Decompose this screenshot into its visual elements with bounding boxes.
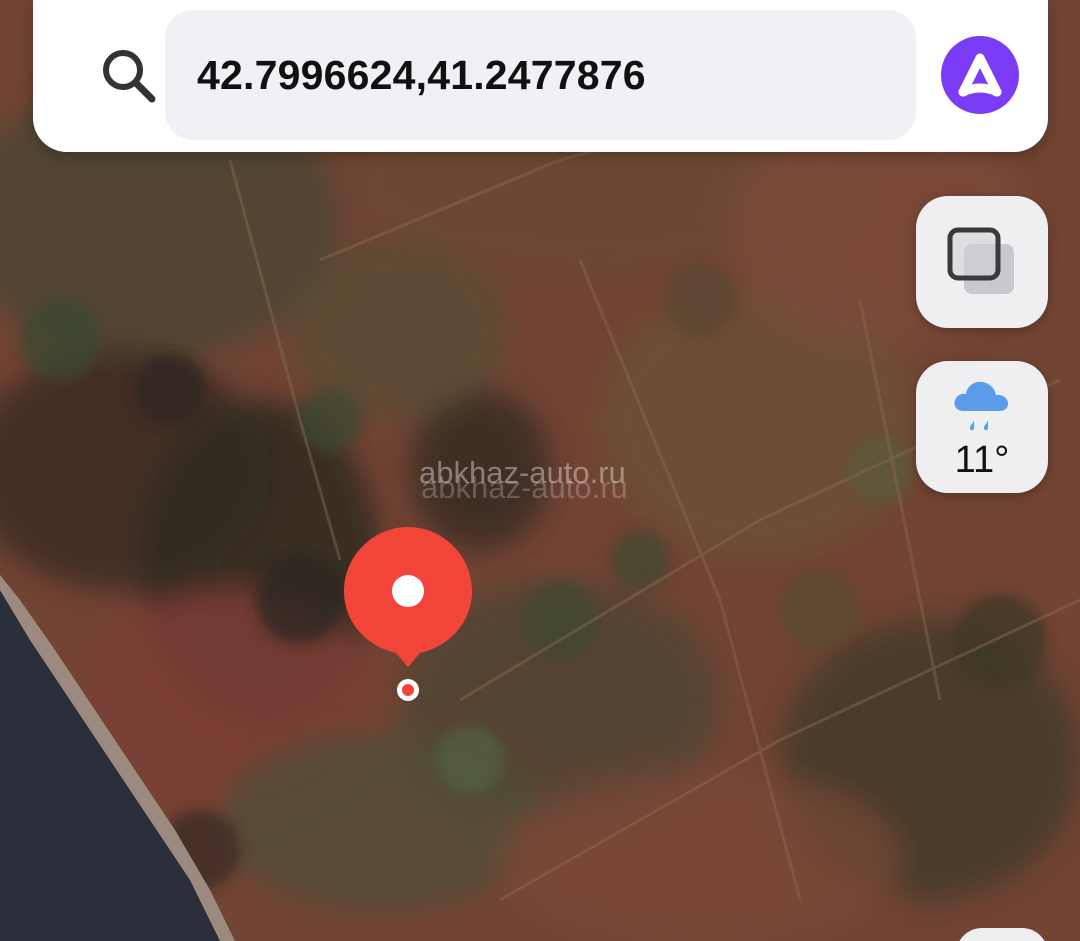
map-screen: abkhaz-auto.ru abkhaz-auto.ru 42.7996624… — [0, 0, 1080, 941]
rain-cloud-icon — [954, 381, 1009, 431]
layers-button[interactable] — [916, 196, 1048, 328]
search-input-value: 42.7996624,41.2477876 — [197, 52, 646, 98]
watermark-shadow-text: abkhaz-auto.ru — [421, 470, 628, 505]
location-marker[interactable] — [344, 527, 472, 707]
weather-widget[interactable]: 11° — [916, 361, 1048, 493]
weather-temperature: 11° — [954, 439, 1010, 481]
search-icon[interactable] — [97, 44, 161, 108]
search-bar: 42.7996624,41.2477876 — [33, 0, 1048, 152]
layers-icon — [947, 227, 1014, 294]
voice-assistant-button[interactable] — [941, 36, 1019, 114]
alice-assistant-icon — [958, 53, 1002, 97]
search-input[interactable]: 42.7996624,41.2477876 — [165, 10, 916, 140]
